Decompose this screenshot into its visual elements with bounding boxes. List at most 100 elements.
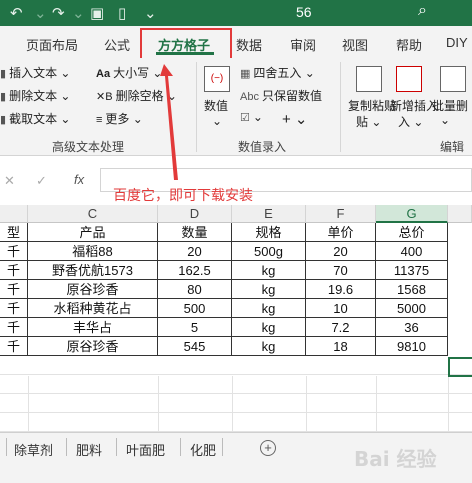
table-cell[interactable]: 162.5 <box>158 261 232 280</box>
empty-row[interactable] <box>0 394 472 413</box>
table-cell[interactable]: 型 <box>0 223 28 242</box>
undo-icon[interactable]: ↶ <box>10 4 23 22</box>
table-header-cell[interactable]: 规格 <box>232 223 306 242</box>
table-header-cell[interactable]: 总价 <box>376 223 448 242</box>
table-cell[interactable]: 千 <box>0 318 28 337</box>
column-header-d[interactable]: D <box>158 205 232 223</box>
table-cell[interactable]: kg <box>232 318 306 337</box>
keep-value-button[interactable]: Abc 只保留数值 <box>240 87 322 104</box>
value-dropdown-icon[interactable]: ⌄ <box>212 114 222 128</box>
table-cell[interactable]: 千 <box>0 299 28 318</box>
undo-dropdown-icon[interactable]: ⌄ <box>34 4 47 22</box>
sheet-tab-herbicide[interactable]: 除草剂 <box>14 440 53 459</box>
search-icon[interactable]: ⌕ <box>418 2 427 20</box>
more-button[interactable]: ≡ 更多 ⌄ <box>96 110 143 127</box>
confirm-formula-icon[interactable]: ✓ <box>36 173 47 189</box>
insert-text-button[interactable]: ▮ 插入文本 ⌄ <box>0 64 70 81</box>
column-header-h[interactable] <box>448 205 472 223</box>
table-cell[interactable]: 5 <box>158 318 232 337</box>
table-cell[interactable]: 9810 <box>376 337 448 356</box>
table-header-cell[interactable]: 单价 <box>306 223 376 242</box>
cancel-formula-icon[interactable]: ✕ <box>4 173 15 189</box>
insert-function-icon[interactable]: fx <box>74 172 84 187</box>
tab-diy[interactable]: DIY <box>446 35 468 50</box>
table-cell[interactable]: 36 <box>376 318 448 337</box>
tab-page-layout[interactable]: 页面布局 <box>26 35 78 54</box>
case-button[interactable]: Aa 大小写 ⌄ <box>96 64 162 81</box>
redo-icon[interactable]: ↷ <box>52 4 65 22</box>
batch-delete-button[interactable]: 批量删 <box>432 97 468 114</box>
empty-row[interactable] <box>0 356 472 375</box>
new-insert-button[interactable]: 新增插入 <box>390 97 438 114</box>
table-cell[interactable]: 545 <box>158 337 232 356</box>
table-cell[interactable]: 20 <box>306 242 376 261</box>
cut-text-icon: ▮ <box>0 114 7 126</box>
column-header-f[interactable]: F <box>306 205 376 223</box>
table-cell[interactable]: 500g <box>232 242 306 261</box>
new-file-icon[interactable]: ▯ <box>118 4 126 22</box>
table-cell[interactable]: 5000 <box>376 299 448 318</box>
table-cell[interactable]: 福稻88 <box>28 242 158 261</box>
table-header-cell[interactable]: 产品 <box>28 223 158 242</box>
column-header-partial[interactable] <box>0 205 28 223</box>
table-cell[interactable]: 400 <box>376 242 448 261</box>
copy-paste-button[interactable]: 复制粘贴 <box>348 97 396 114</box>
add-sheet-icon[interactable]: + <box>260 440 276 456</box>
plus-button[interactable]: + ⌄ <box>282 110 308 128</box>
new-insert-icon[interactable] <box>396 66 422 92</box>
tab-formulas[interactable]: 公式 <box>104 35 130 54</box>
tab-review[interactable]: 审阅 <box>290 35 316 54</box>
empty-row[interactable] <box>0 375 472 394</box>
sheet-tab-chemical[interactable]: 化肥 <box>190 440 216 459</box>
table-cell[interactable]: 18 <box>306 337 376 356</box>
save-icon[interactable]: ▣ <box>90 4 104 22</box>
table-cell[interactable]: 1568 <box>376 280 448 299</box>
empty-row[interactable] <box>0 413 472 432</box>
cut-text-button[interactable]: ▮ 截取文本 ⌄ <box>0 110 70 127</box>
redo-dropdown-icon[interactable]: ⌄ <box>72 4 85 22</box>
table-cell[interactable]: kg <box>232 280 306 299</box>
table-cell[interactable]: 千 <box>0 261 28 280</box>
column-header-e[interactable]: E <box>232 205 306 223</box>
copy-paste-icon[interactable] <box>356 66 382 92</box>
table-cell[interactable]: 千 <box>0 337 28 356</box>
sheet-tab-fertilizer[interactable]: 肥料 <box>76 440 102 459</box>
column-header-c[interactable]: C <box>28 205 158 223</box>
table-cell[interactable]: 20 <box>158 242 232 261</box>
table-cell[interactable]: 19.6 <box>306 280 376 299</box>
ribbon-tabs: 页面布局 公式 方方格子 数据 审阅 视图 帮助 DIY <box>0 26 472 58</box>
tab-data[interactable]: 数据 <box>236 35 262 54</box>
check-button[interactable]: ☑ ⌄ <box>240 110 263 124</box>
table-cell[interactable]: 原谷珍香 <box>28 280 158 299</box>
table-cell[interactable]: 千 <box>0 280 28 299</box>
new-insert-dropdown[interactable]: 入 ⌄ <box>398 113 423 130</box>
round-button[interactable]: ▦ 四舍五入 ⌄ <box>240 64 315 81</box>
table-cell[interactable]: 70 <box>306 261 376 280</box>
tab-help[interactable]: 帮助 <box>396 35 422 54</box>
table-cell[interactable]: 80 <box>158 280 232 299</box>
selected-cell[interactable] <box>448 357 472 377</box>
delete-text-button[interactable]: ▮ 删除文本 ⌄ <box>0 87 70 104</box>
value-button[interactable]: 数值 <box>204 97 228 114</box>
copy-paste-dropdown[interactable]: 贴 ⌄ <box>356 113 381 130</box>
table-cell[interactable]: 500 <box>158 299 232 318</box>
table-cell[interactable]: 野香优航1573 <box>28 261 158 280</box>
batch-delete-icon[interactable] <box>440 66 466 92</box>
table-cell[interactable]: 水稻种黄花占 <box>28 299 158 318</box>
sheet-tab-foliar[interactable]: 叶面肥 <box>126 440 165 459</box>
table-cell[interactable]: 千 <box>0 242 28 261</box>
table-cell[interactable]: 11375 <box>376 261 448 280</box>
table-cell[interactable]: 原谷珍香 <box>28 337 158 356</box>
table-cell[interactable]: 7.2 <box>306 318 376 337</box>
table-cell[interactable]: 10 <box>306 299 376 318</box>
table-cell[interactable]: kg <box>232 299 306 318</box>
table-header-cell[interactable]: 数量 <box>158 223 232 242</box>
customize-toolbar-icon[interactable]: ⌄ <box>144 4 157 22</box>
table-cell[interactable]: kg <box>232 337 306 356</box>
batch-delete-dropdown[interactable]: ⌄ <box>440 113 450 127</box>
table-cell[interactable]: kg <box>232 261 306 280</box>
value-icon[interactable]: (−) <box>204 66 230 92</box>
column-header-g[interactable]: G <box>376 205 448 223</box>
tab-view[interactable]: 视图 <box>342 35 368 54</box>
table-cell[interactable]: 丰华占 <box>28 318 158 337</box>
